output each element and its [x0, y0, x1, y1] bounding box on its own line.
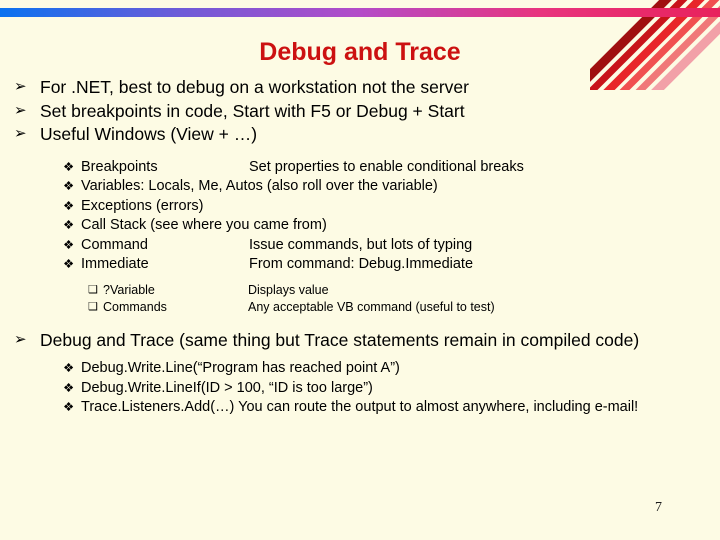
- bullet-level2: ❖ Debug.Write.Line(“Program has reached …: [63, 359, 702, 379]
- arrow-bullet-icon: ➢: [14, 101, 27, 119]
- window-description: Issue commands, but lots of typing: [249, 236, 473, 253]
- bullet-text: Variables: Locals, Me, Autos (also roll …: [81, 178, 438, 194]
- command-name: Commands: [103, 299, 167, 314]
- window-name: Breakpoints: [81, 158, 158, 175]
- bullet-text: Debug and Trace (same thing but Trace st…: [40, 329, 640, 350]
- bullet-text: Set breakpoints in code, Start with F5 o…: [40, 100, 465, 121]
- bullet-level1: ➢ Useful Windows (View + …): [14, 123, 702, 146]
- bullet-text: Trace.Listeners.Add(…) You can route the…: [81, 399, 639, 415]
- square-bullet-icon: ❑: [88, 283, 98, 296]
- bullet-level2: ❖ Command Issue commands, but lots of typ…: [63, 236, 702, 256]
- bullet-level1: ➢ For .NET, best to debug on a workstati…: [14, 76, 702, 99]
- command-description: Any acceptable VB command (useful to tes…: [248, 299, 495, 314]
- bullet-text: Call Stack (see where you came from): [81, 217, 327, 233]
- diamond-bullet-icon: ❖: [63, 361, 75, 375]
- diamond-bullet-icon: ❖: [63, 179, 75, 193]
- command-name: ?Variable: [103, 282, 155, 297]
- window-name: Immediate: [81, 256, 149, 272]
- diamond-bullet-icon: ❖: [63, 237, 75, 252]
- diamond-bullet-icon: ❖: [63, 380, 75, 395]
- bullet-level1: ➢ Set breakpoints in code, Start with F5…: [14, 100, 702, 123]
- bullet-text: For .NET, best to debug on a workstation…: [40, 77, 469, 97]
- bullet-text: Debug.Write.LineIf(ID > 100, “ID is too …: [81, 379, 373, 396]
- window-description: From command: Debug.Immediate: [249, 256, 474, 272]
- window-name: Command: [81, 236, 148, 253]
- bullet-level3: ❑ Commands Any acceptable VB command (use…: [88, 299, 702, 316]
- diamond-bullet-icon: ❖: [63, 257, 75, 271]
- bullet-level2: ❖ Trace.Listeners.Add(…) You can route t…: [63, 398, 702, 418]
- bullet-level2: ❖ Call Stack (see where you came from): [63, 216, 702, 236]
- bullet-text: Commands Any acceptable VB command (usefu…: [103, 299, 702, 316]
- page-title: Debug and Trace: [259, 38, 461, 66]
- bullet-text: ?Variable Displays value: [103, 282, 702, 299]
- slide-canvas: Debug and Trace ➢ For .NET, best to debu…: [0, 0, 720, 540]
- bullet-level2: ❖ Breakpoints Set properties to enable co…: [63, 158, 702, 178]
- square-bullet-icon: ❑: [88, 300, 98, 313]
- window-description: Set properties to enable conditional bre…: [249, 158, 524, 175]
- arrow-bullet-icon: ➢: [14, 330, 27, 348]
- bullet-level2: ❖ Variables: Locals, Me, Autos (also rol…: [63, 177, 702, 197]
- bullet-text: Debug.Write.Line(“Program has reached po…: [81, 360, 400, 376]
- bullet-level3: ❑ ?Variable Displays value: [88, 282, 702, 299]
- slide-content: ➢ For .NET, best to debug on a workstati…: [0, 76, 720, 418]
- command-description: Displays value: [248, 282, 329, 297]
- bullet-level2: ❖ Exceptions (errors): [63, 197, 702, 217]
- bullet-text: Useful Windows (View + …): [40, 124, 258, 144]
- bullet-level2: ❖ Immediate From command: Debug.Immediate: [63, 255, 702, 275]
- diamond-bullet-icon: ❖: [63, 400, 75, 414]
- bullet-level2: ❖ Debug.Write.LineIf(ID > 100, “ID is to…: [63, 379, 702, 399]
- bullet-level1: ➢ Debug and Trace (same thing but Trace …: [14, 329, 702, 352]
- diamond-bullet-icon: ❖: [63, 159, 75, 174]
- arrow-bullet-icon: ➢: [14, 78, 27, 95]
- diamond-bullet-icon: ❖: [63, 198, 75, 213]
- page-number: 7: [655, 500, 662, 515]
- arrow-bullet-icon: ➢: [14, 125, 27, 142]
- diamond-bullet-icon: ❖: [63, 218, 75, 232]
- bullet-text: Command Issue commands, but lots of typin…: [81, 236, 702, 256]
- top-gradient-bar: [0, 8, 720, 17]
- bullet-text: Breakpoints Set properties to enable cond…: [81, 158, 702, 178]
- bullet-text: Exceptions (errors): [81, 197, 204, 214]
- bullet-text: Immediate From command: Debug.Immediate: [81, 255, 702, 275]
